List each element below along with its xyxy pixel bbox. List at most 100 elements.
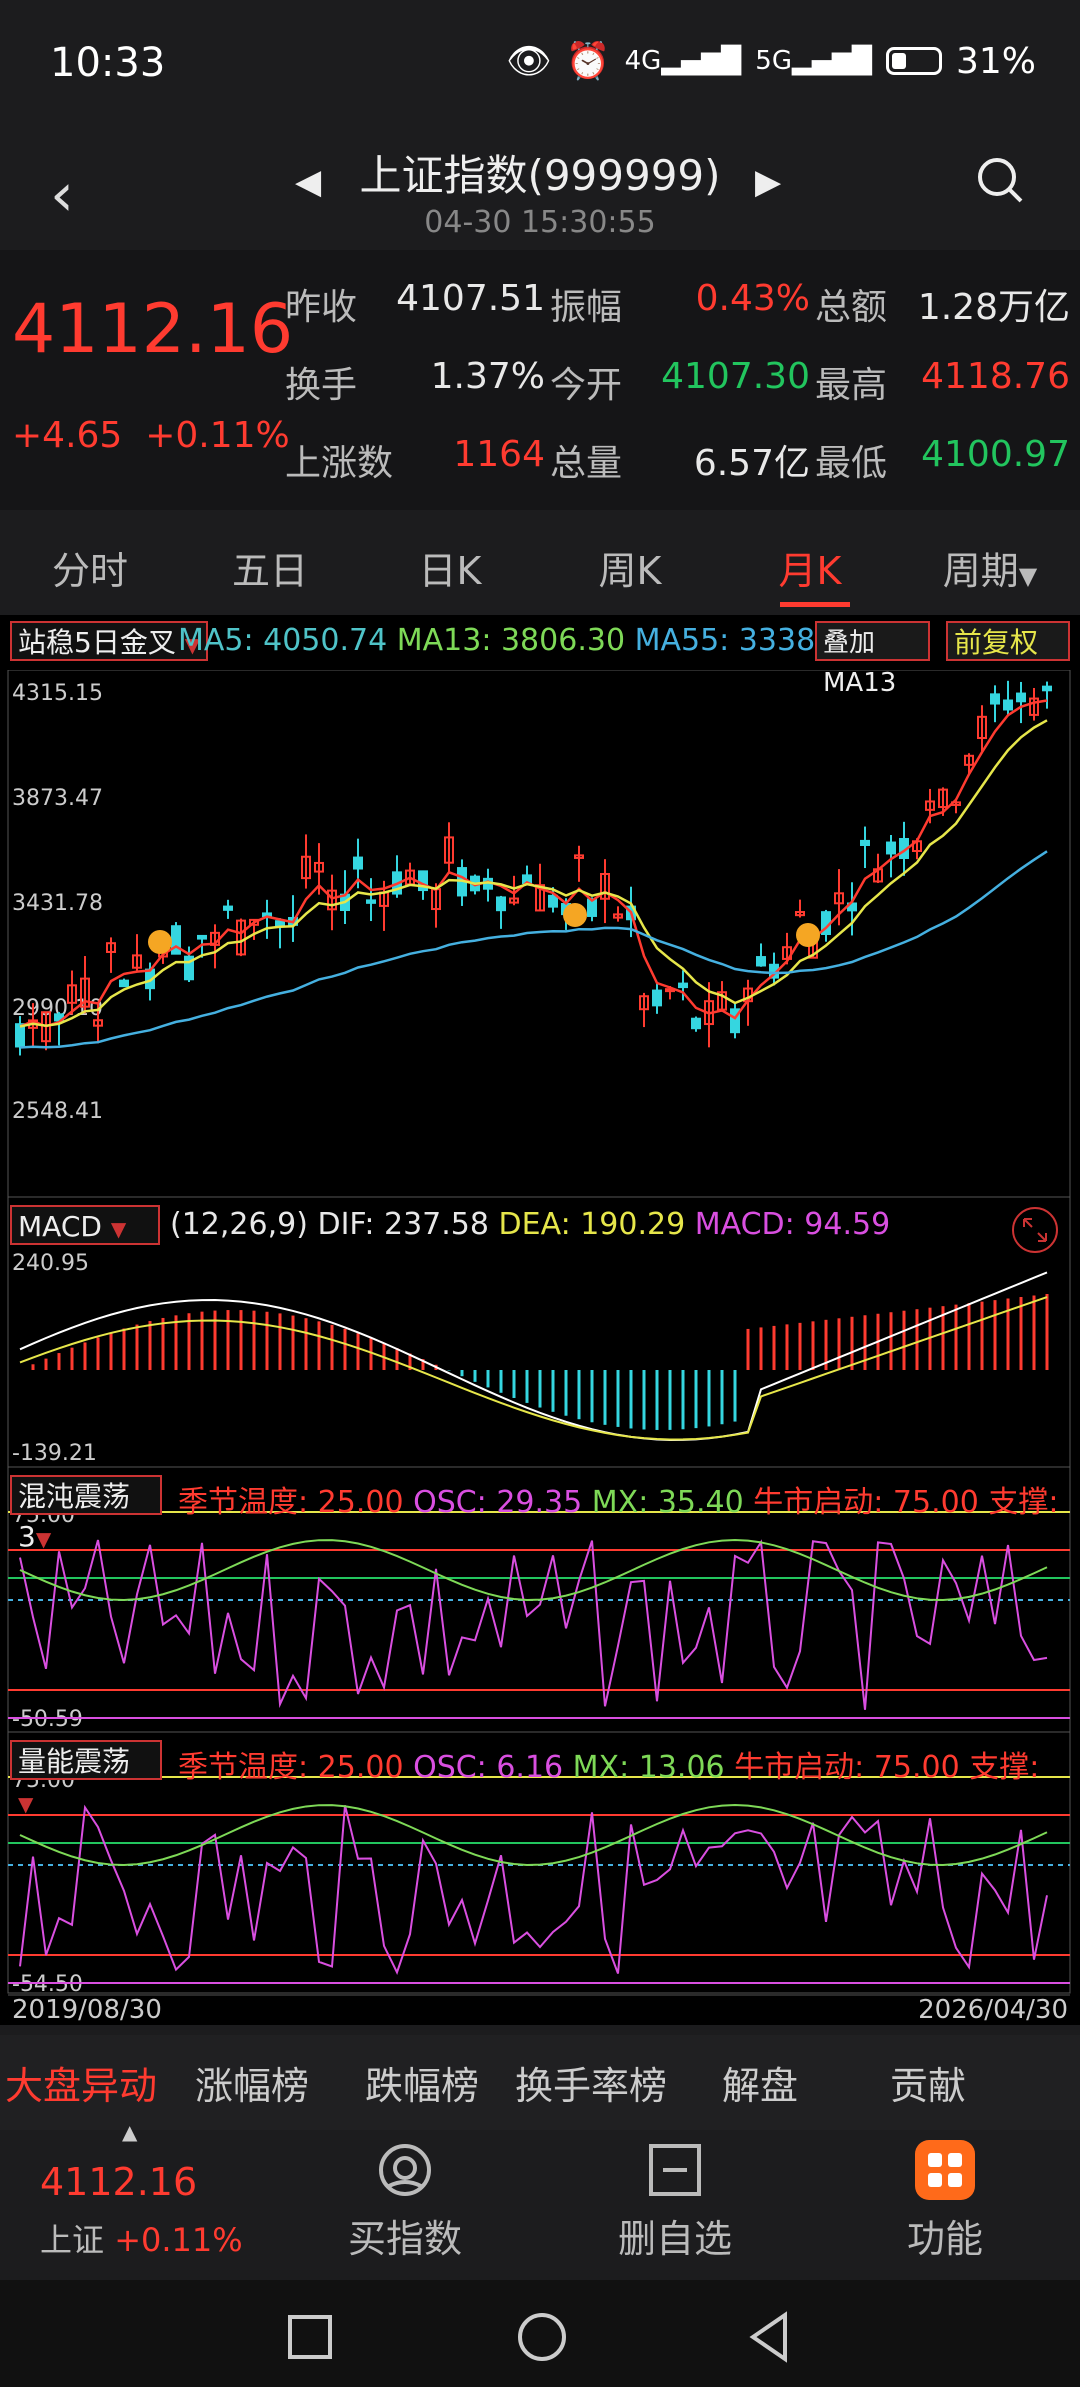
chart-canvas: 4315.153873.473431.782990.102548.41240.9… bbox=[7, 670, 1071, 1997]
osc2-indicator-select[interactable]: 量能震荡 ▼ bbox=[10, 1740, 162, 1816]
expand-up-icon[interactable]: ▲ bbox=[122, 2120, 137, 2144]
y-axis-label: 2548.41 bbox=[12, 1099, 103, 1124]
tab-daily-k[interactable]: 日K bbox=[360, 540, 540, 595]
nav-index-price[interactable]: 4112.16 bbox=[40, 2160, 197, 2204]
rank-tab-gainers[interactable]: 涨幅榜 bbox=[195, 2055, 309, 2110]
golden-cross-marker bbox=[563, 903, 587, 927]
buy-index-button[interactable]: 买指数 bbox=[305, 2140, 505, 2263]
macd-dea-line bbox=[19, 1296, 1048, 1441]
status-icons: 👁 ⏰ 4G▂▄▆█ 5G▂▄▆█ 31% bbox=[506, 40, 1036, 83]
osc2-osc-line bbox=[19, 1804, 1048, 1975]
osc1-y-bottom: -50.59 bbox=[12, 1707, 83, 1732]
y-axis-label: 3873.47 bbox=[12, 786, 103, 811]
candle-body bbox=[15, 1023, 25, 1048]
start-date: 2019/08/30 bbox=[12, 1995, 162, 2025]
alarm-icon: ⏰ bbox=[565, 41, 611, 82]
quote-row: 昨收 4107.51 振幅 0.43% 总额 1.28万亿 bbox=[285, 278, 1070, 348]
candle-body bbox=[1003, 699, 1013, 711]
quote-label: 今开 bbox=[550, 365, 623, 406]
expand-icon[interactable] bbox=[1010, 1205, 1060, 1255]
osc2-osc: OSC: 6.16 bbox=[413, 1750, 564, 1785]
quote-label: 最低 bbox=[815, 443, 888, 484]
current-price: 4112.16 bbox=[12, 290, 294, 369]
quote-label: 总量 bbox=[550, 443, 623, 484]
candle-body bbox=[587, 898, 597, 917]
quote-value: 4100.97 bbox=[921, 434, 1070, 475]
remove-watchlist-button[interactable]: 删自选 bbox=[575, 2140, 775, 2263]
candle-body bbox=[1042, 685, 1052, 692]
battery-level: 31% bbox=[955, 40, 1036, 82]
period-tabs: 分时 五日 日K 周K 月K 周期▼ bbox=[0, 520, 1080, 610]
next-stock-icon[interactable]: ▶ bbox=[755, 162, 781, 202]
chevron-down-icon: ▼ bbox=[35, 1527, 52, 1551]
back-nav-icon[interactable] bbox=[745, 2310, 795, 2364]
osc2-season: 季节温度: 25.00 bbox=[178, 1750, 404, 1785]
candle-body bbox=[119, 979, 129, 988]
candle-body bbox=[886, 841, 896, 855]
osc2-legend: 季节温度: 25.00 OSC: 6.16 MX: 13.06 牛市启动: 75… bbox=[178, 1742, 1039, 1786]
golden-cross-marker bbox=[148, 930, 172, 954]
overlay-ma13-button[interactable]: 叠加MA13 bbox=[815, 621, 930, 698]
rank-tab-contribution[interactable]: 贡献 bbox=[890, 2055, 966, 2110]
ma55-value: MA55: 3338. bbox=[634, 623, 825, 658]
rank-tab-losers[interactable]: 跌幅榜 bbox=[365, 2055, 479, 2110]
candle-body bbox=[860, 839, 870, 846]
quote-label: 换手 bbox=[285, 365, 358, 406]
candle-body bbox=[197, 934, 207, 940]
recent-apps-icon[interactable] bbox=[285, 2312, 335, 2362]
macd-indicator-select[interactable]: MACD ▼ bbox=[10, 1205, 160, 1245]
signal-5g-icon: 5G▂▄▆█ bbox=[755, 46, 872, 76]
grid-icon bbox=[915, 2140, 975, 2200]
eye-icon: 👁 bbox=[506, 41, 552, 82]
osc2-mx: MX: 13.06 bbox=[572, 1750, 725, 1785]
tab-period[interactable]: 周期▼ bbox=[900, 540, 1080, 595]
quote-value: 4118.76 bbox=[921, 356, 1070, 397]
quote-value: 1.37% bbox=[430, 356, 545, 397]
quote-value: 4107.30 bbox=[661, 356, 810, 397]
macd-y-top: 240.95 bbox=[12, 1251, 89, 1276]
header: ‹ 上证指数(999999) 04-30 15:30:55 ◀ ▶ bbox=[0, 130, 1080, 250]
tab-monthly-k[interactable]: 月K bbox=[720, 540, 900, 595]
quote-value: 4107.51 bbox=[396, 278, 545, 319]
search-icon[interactable] bbox=[975, 155, 1025, 205]
candle-body bbox=[275, 920, 285, 927]
candle-body bbox=[353, 856, 363, 870]
osc2-mx-line bbox=[19, 1803, 1048, 1866]
quote-label: 总额 bbox=[815, 287, 888, 328]
candle-body bbox=[756, 956, 766, 967]
quote-value: 1.28万亿 bbox=[917, 287, 1070, 328]
ma-legend: MA5: 4050.74 MA13: 3806.30 MA55: 3338. bbox=[178, 623, 825, 658]
status-bar: 10:33 👁 ⏰ 4G▂▄▆█ 5G▂▄▆█ 31% bbox=[0, 0, 1080, 130]
functions-button[interactable]: 功能 bbox=[845, 2140, 1045, 2263]
prev-stock-icon[interactable]: ◀ bbox=[295, 162, 321, 202]
chart-area[interactable]: 站稳5日金叉 ▼ MA5: 4050.74 MA13: 3806.30 MA55… bbox=[0, 615, 1080, 2025]
osc1-season: 季节温度: 25.00 bbox=[178, 1485, 404, 1520]
buy-index-icon bbox=[379, 2144, 431, 2196]
macd-y-bottom: -139.21 bbox=[12, 1441, 97, 1466]
quote-value: 0.43% bbox=[695, 278, 810, 319]
rank-tab-analysis[interactable]: 解盘 bbox=[722, 2055, 798, 2110]
rank-tab-market-alert[interactable]: 大盘异动 bbox=[5, 2055, 157, 2110]
tab-weekly-k[interactable]: 周K bbox=[540, 540, 720, 595]
osc2-y-bottom: -54.50 bbox=[12, 1972, 83, 1997]
quote-label: 昨收 bbox=[285, 287, 358, 328]
chevron-down-icon: ▼ bbox=[1018, 562, 1038, 590]
tab-intraday[interactable]: 分时 bbox=[0, 540, 180, 595]
quote-label: 振幅 bbox=[550, 287, 623, 328]
osc1-support: 支撑: bbox=[988, 1485, 1059, 1520]
ma13-value: MA13: 3806.30 bbox=[396, 623, 626, 658]
quote-value: 1164 bbox=[453, 434, 545, 475]
ma5-value: MA5: 4050.74 bbox=[178, 623, 388, 658]
macd-legend: (12,26,9) DIF: 237.58 DEA: 190.29 MACD: … bbox=[170, 1207, 890, 1242]
adjust-button[interactable]: 前复权 bbox=[946, 621, 1070, 661]
signal-4g-icon: 4G▂▄▆█ bbox=[624, 46, 742, 76]
osc1-indicator-select[interactable]: 混沌震荡3▼ bbox=[10, 1475, 162, 1553]
tab-five-day[interactable]: 五日 bbox=[180, 540, 360, 595]
rank-tabs: 大盘异动 涨幅榜 跌幅榜 换手率榜 解盘 贡献 bbox=[0, 2035, 1080, 2130]
quote-label: 最高 bbox=[815, 365, 888, 406]
bottom-nav: ▲ 4112.16 上证 +0.11% 买指数 删自选 功能 bbox=[0, 2120, 1080, 2280]
home-icon[interactable] bbox=[515, 2310, 569, 2364]
rank-tab-turnover[interactable]: 换手率榜 bbox=[515, 2055, 667, 2110]
quote-timestamp: 04-30 15:30:55 bbox=[424, 205, 656, 240]
nav-index-change[interactable]: 上证 +0.11% bbox=[40, 2215, 243, 2261]
